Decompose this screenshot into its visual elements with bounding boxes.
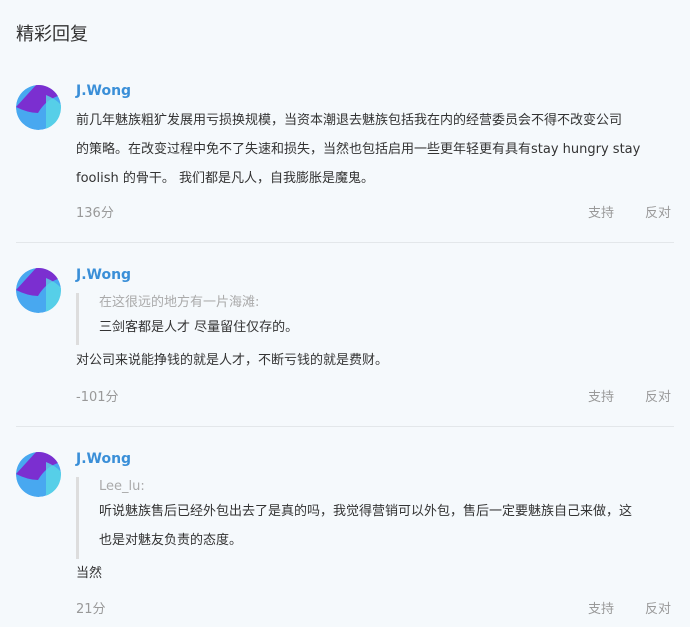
oppose-button[interactable]: 反对 xyxy=(645,601,671,619)
username[interactable]: J.Wong xyxy=(76,82,131,100)
quote-line: 听说魅族售后已经外包出去了是真的吗，我觉得营销可以外包，售后一定要魅族自己来做，… xyxy=(99,504,633,519)
section-title: 精彩回复 xyxy=(16,24,88,45)
comment-text: 前几年魅族粗犷发展用亏损换规模，当资本潮退去魅族包括我在内的经营委员会不得不改变… xyxy=(76,106,676,193)
comment-line: 当然 xyxy=(76,566,103,581)
divider xyxy=(16,426,674,427)
oppose-button[interactable]: 反对 xyxy=(645,389,671,407)
quote-line: 也是对魅友负责的态度。 xyxy=(99,533,243,548)
quote-author: Lee_lu: xyxy=(99,479,145,494)
quote-block: 在这很远的地方有一片海滩: 三剑客都是人才 尽量留住仅存的。 xyxy=(76,293,676,345)
user-avatar-icon[interactable] xyxy=(16,85,61,130)
comments-page: 精彩回复 J.Wong 前几年魅族粗犷发展用亏损换规模，当资本潮退去魅族包括我在… xyxy=(0,0,690,627)
divider xyxy=(16,242,674,243)
comment-line: 前几年魅族粗犷发展用亏损换规模，当资本潮退去魅族包括我在内的经营委员会不得不改变… xyxy=(76,113,623,128)
user-avatar-icon[interactable] xyxy=(16,268,61,313)
support-button[interactable]: 支持 xyxy=(588,389,614,407)
user-avatar-icon[interactable] xyxy=(16,452,61,497)
comment-line: foolish 的骨干。 我们都是凡人，自我膨胀是魔鬼。 xyxy=(76,171,374,186)
comment-line: 的策略。在改变过程中免不了失速和损失，当然也包括启用一些更年轻更有具有stay … xyxy=(76,142,641,157)
username[interactable]: J.Wong xyxy=(76,266,131,284)
score: 136分 xyxy=(76,206,114,221)
comment-text: 当然 xyxy=(76,559,676,588)
support-button[interactable]: 支持 xyxy=(588,601,614,619)
score: -101分 xyxy=(76,390,119,405)
score: 21分 xyxy=(76,602,106,617)
comment-text: 对公司来说能挣钱的就是人才，不断亏钱的就是费财。 xyxy=(76,346,676,375)
oppose-button[interactable]: 反对 xyxy=(645,205,671,223)
quote-line: 三剑客都是人才 尽量留住仅存的。 xyxy=(99,320,299,335)
quote-author: 在这很远的地方有一片海滩: xyxy=(99,295,260,310)
quote-block: Lee_lu: 听说魅族售后已经外包出去了是真的吗，我觉得营销可以外包，售后一定… xyxy=(76,477,676,559)
username[interactable]: J.Wong xyxy=(76,450,131,468)
support-button[interactable]: 支持 xyxy=(588,205,614,223)
comment-line: 对公司来说能挣钱的就是人才，不断亏钱的就是费财。 xyxy=(76,353,389,368)
